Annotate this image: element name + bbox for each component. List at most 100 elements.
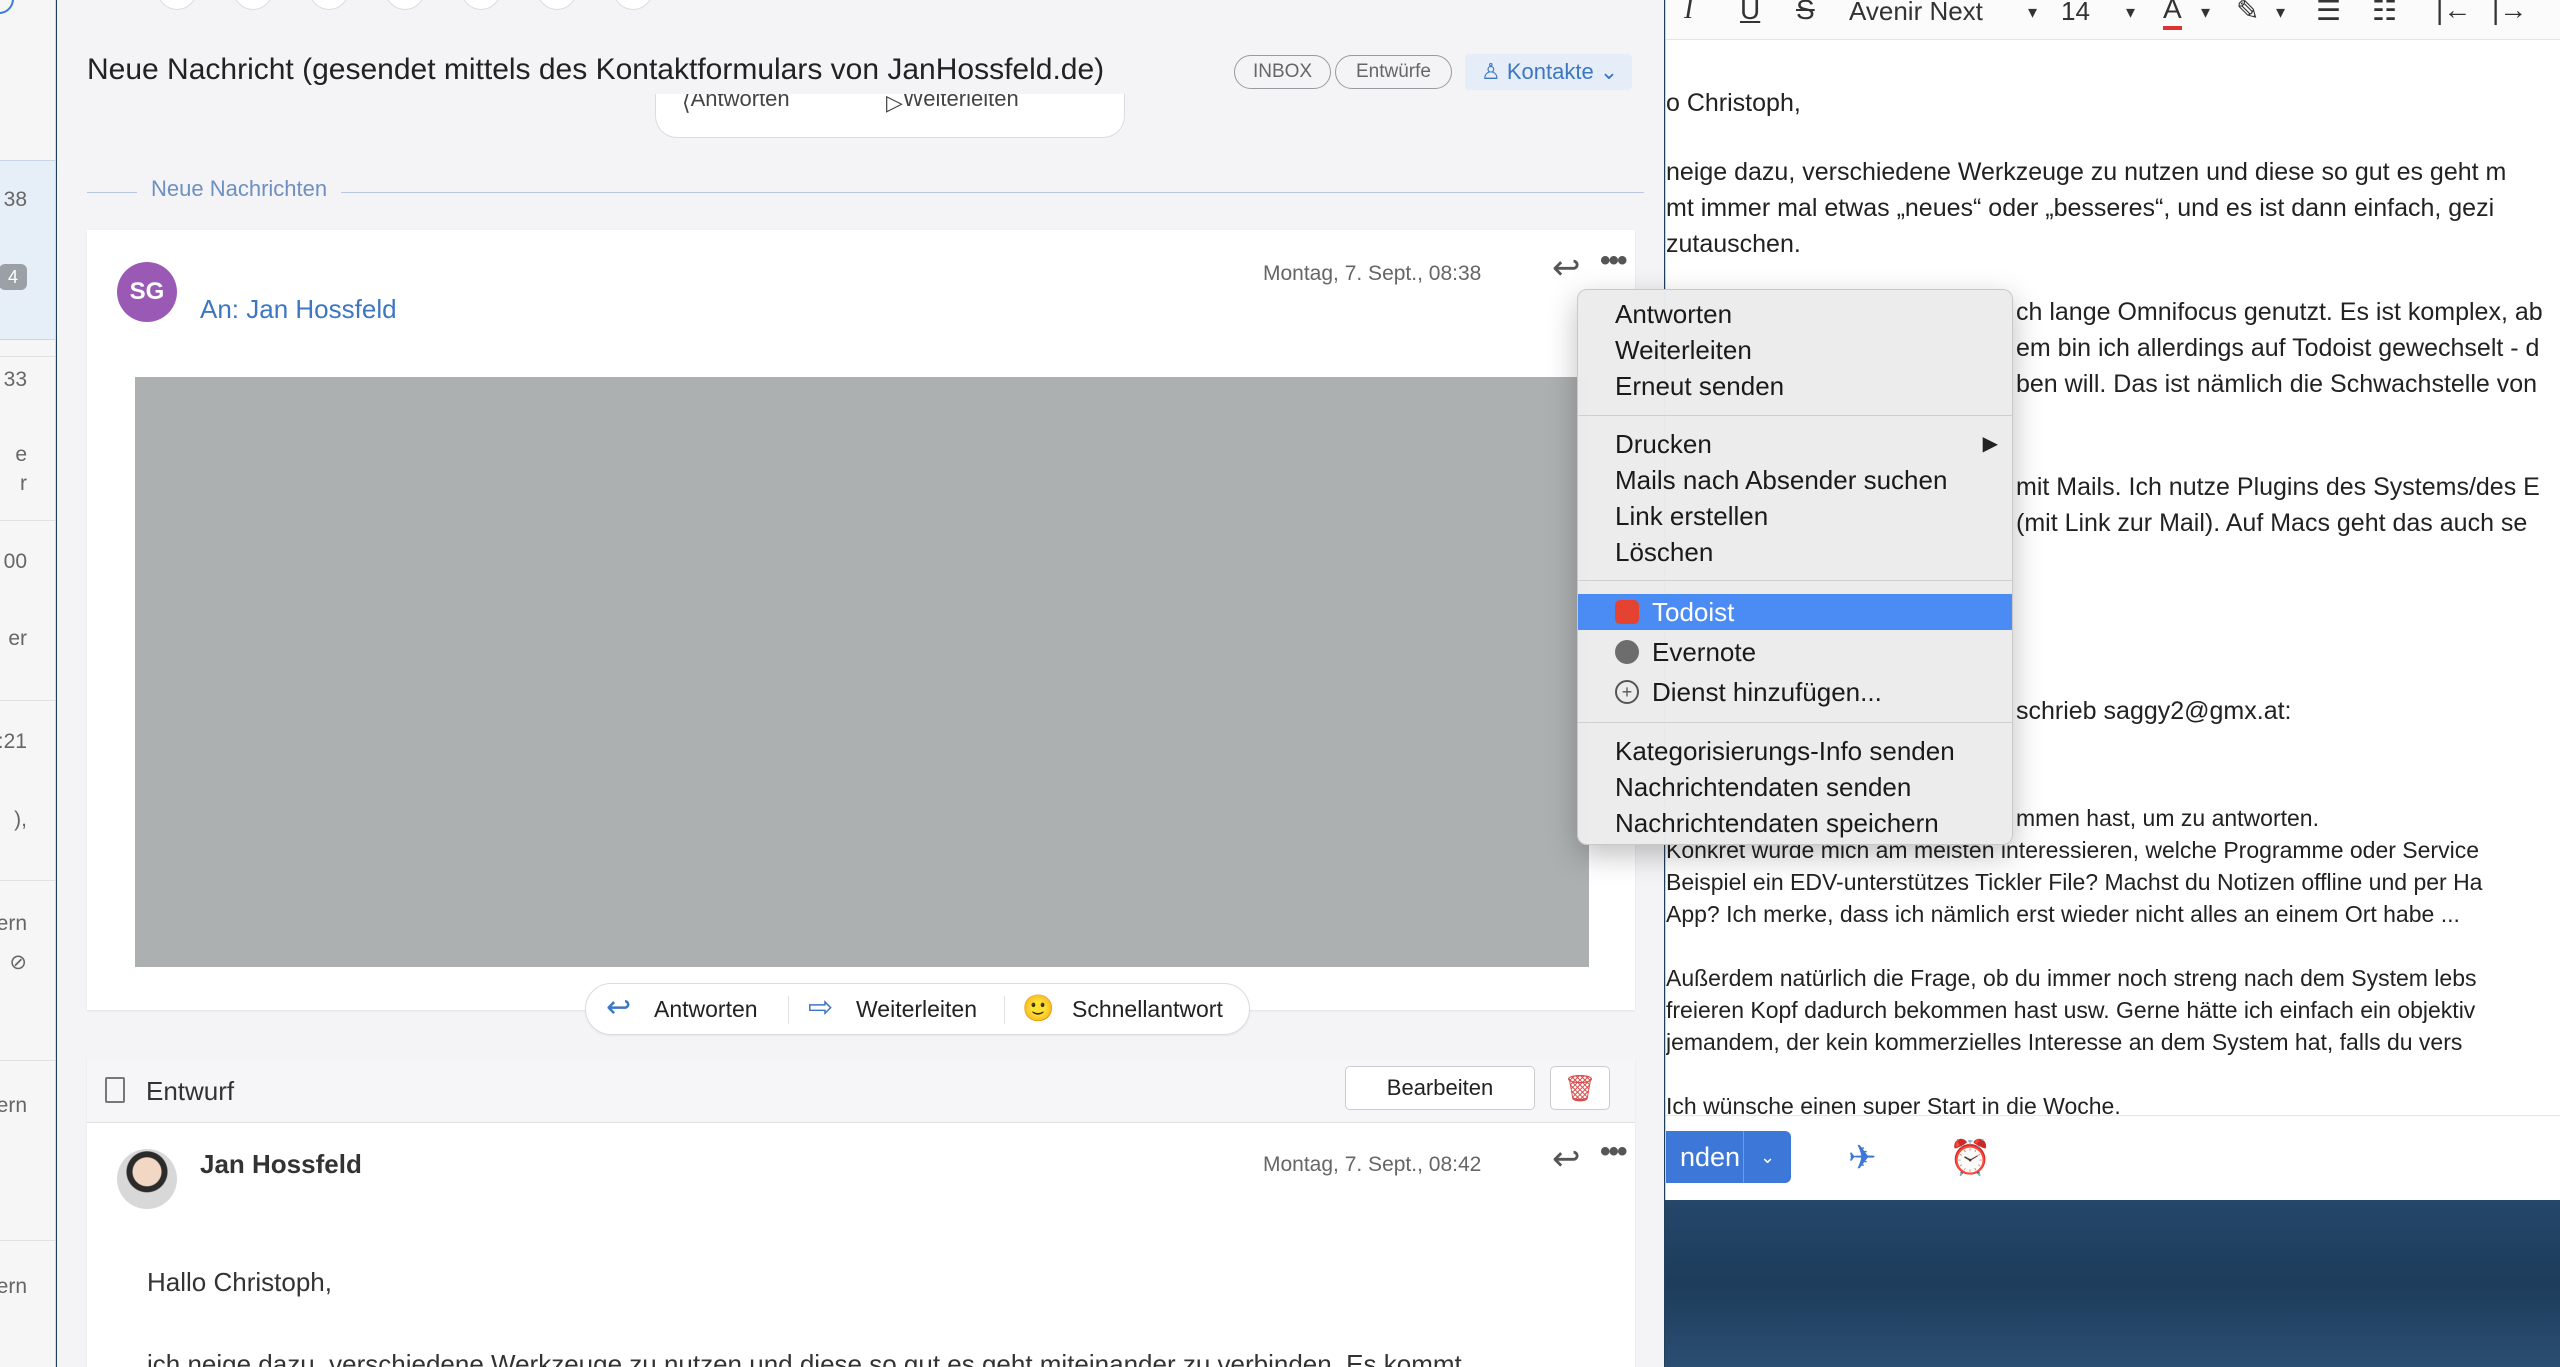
menu-item-send-message-data[interactable]: Nachrichtendaten senden bbox=[1578, 769, 2012, 805]
menu-item-save-message-data[interactable]: Nachrichtendaten speichern bbox=[1578, 805, 2012, 841]
numbered-list-icon[interactable]: ☷ bbox=[2372, 0, 2397, 27]
draft-label: Entwurf bbox=[146, 1076, 235, 1106]
menu-separator bbox=[1578, 722, 2012, 723]
highlight-icon[interactable]: ✎ bbox=[2236, 0, 2259, 27]
draft-header: Entwurf Bearbeiten 🗑 bbox=[87, 1059, 1635, 1123]
mail-time: 33 bbox=[3, 368, 27, 391]
reply-icon[interactable]: ↩ bbox=[1552, 248, 1581, 288]
menu-separator bbox=[1578, 415, 2012, 416]
send-label: nden bbox=[1680, 1142, 1741, 1172]
compose-line: ch lange Omnifocus genutzt. Es ist kompl… bbox=[2016, 298, 2543, 326]
compose-line: o Christoph, bbox=[1666, 89, 1801, 117]
compose-line: jemandem, der kein kommerzielles Interes… bbox=[1666, 1029, 2463, 1055]
reply-button[interactable]: Antworten bbox=[654, 996, 758, 1023]
quick-reply-icon: 🙂 bbox=[1022, 993, 1055, 1023]
alarm-clock-icon[interactable]: ⏰ bbox=[1949, 1138, 1991, 1178]
new-messages-label: Neue Nachrichten bbox=[137, 176, 342, 202]
menu-item-add-service[interactable]: + Dienst hinzufügen... bbox=[1578, 674, 2012, 710]
recipient-line[interactable]: An: Jan Hossfeld bbox=[200, 294, 397, 325]
compose-line: em bin ich allerdings auf Todoist gewech… bbox=[2016, 334, 2540, 362]
divider bbox=[788, 996, 789, 1024]
collapsed-action-bar: ⟨ Antworten ▷ Weiterleiten bbox=[655, 94, 1125, 138]
mail-snippet: r bbox=[20, 472, 27, 495]
strikethrough-icon[interactable]: S bbox=[1796, 0, 1815, 26]
mail-snippet: e bbox=[15, 443, 27, 466]
forward-button[interactable]: Weiterleiten bbox=[856, 996, 977, 1023]
compose-line: freieren Kopf dadurch bekommen hast usw.… bbox=[1666, 997, 2476, 1023]
mail-snippet: ), bbox=[14, 808, 27, 831]
menu-item-label: Todoist bbox=[1652, 597, 1735, 627]
menu-separator bbox=[1578, 580, 2012, 581]
compose-line: zutauschen. bbox=[1666, 230, 1801, 258]
toolbar-button[interactable] bbox=[461, 0, 501, 10]
forward-icon: ⇨ bbox=[808, 991, 834, 1024]
mail-time: :21 bbox=[0, 730, 27, 753]
contacts-label: Kontakte bbox=[1506, 59, 1594, 84]
draft-card: Entwurf Bearbeiten 🗑 Jan Hossfeld Montag… bbox=[87, 1059, 1635, 1367]
chevron-down-icon: ▾ bbox=[2126, 2, 2136, 22]
edit-button[interactable]: Bearbeiten bbox=[1345, 1066, 1535, 1110]
menu-item-find-by-sender[interactable]: Mails nach Absender suchen bbox=[1578, 462, 2012, 498]
document-icon bbox=[105, 1077, 125, 1103]
font-size-select[interactable]: 14 bbox=[2061, 0, 2090, 27]
toolbar-button[interactable] bbox=[537, 0, 577, 10]
more-options-icon[interactable]: ••• bbox=[1600, 1135, 1627, 1169]
toolbar-button[interactable] bbox=[157, 0, 197, 10]
contacts-button[interactable]: ♙ Kontakte ⌄ bbox=[1465, 54, 1632, 90]
bullet-list-icon[interactable]: ☰ bbox=[2316, 0, 2341, 27]
thread-count-badge: 4 bbox=[0, 264, 27, 290]
menu-item-reply[interactable]: Antworten bbox=[1578, 296, 2012, 332]
more-options-icon[interactable]: ••• bbox=[1600, 244, 1627, 278]
compose-line: schrieb saggy2@gmx.at: bbox=[2016, 697, 2292, 725]
indent-icon[interactable]: |→ bbox=[2492, 0, 2527, 26]
menu-item-label: Drucken bbox=[1615, 429, 1712, 459]
message-action-bar: ↩ Antworten ⇨ Weiterleiten 🙂 Schnellantw… bbox=[585, 983, 1250, 1035]
mail-snippet: er bbox=[8, 627, 27, 650]
divider bbox=[0, 356, 55, 357]
divider bbox=[1004, 996, 1005, 1024]
tag-inbox[interactable]: INBOX bbox=[1234, 55, 1331, 89]
toolbar-button[interactable] bbox=[309, 0, 349, 10]
send-button[interactable]: nden ⌄ bbox=[1666, 1131, 1791, 1183]
underline-icon[interactable]: U bbox=[1740, 0, 1760, 26]
message-date: Montag, 7. Sept., 08:42 bbox=[1263, 1153, 1482, 1176]
menu-item-resend[interactable]: Erneut senden bbox=[1578, 368, 2012, 404]
divider bbox=[0, 1060, 55, 1061]
menu-item-send-category-info[interactable]: Kategorisierungs-Info senden bbox=[1578, 733, 2012, 769]
toolbar-button[interactable] bbox=[613, 0, 653, 10]
mail-snippet: ern bbox=[0, 912, 27, 935]
divider bbox=[0, 520, 55, 521]
text-color-icon[interactable]: A bbox=[2163, 0, 2182, 30]
toolbar-button[interactable] bbox=[385, 0, 425, 10]
menu-item-todoist[interactable]: Todoist bbox=[1578, 594, 2012, 630]
trash-icon[interactable]: 🗑 bbox=[1550, 1066, 1610, 1110]
send-later-icon[interactable]: ✈ bbox=[1848, 1138, 1877, 1178]
chevron-down-icon: ▾ bbox=[2028, 2, 2038, 22]
reply-icon[interactable]: ↩ bbox=[1552, 1139, 1581, 1179]
divider bbox=[0, 700, 55, 701]
outdent-icon[interactable]: |← bbox=[2436, 0, 2471, 26]
forward-button[interactable]: ▷ Weiterleiten bbox=[886, 94, 1019, 116]
chevron-down-icon: ⌄ bbox=[1593, 59, 1619, 84]
menu-item-create-link[interactable]: Link erstellen bbox=[1578, 498, 2012, 534]
message-subject: Neue Nachricht (gesendet mittels des Kon… bbox=[87, 53, 1105, 86]
compose-line: mmen hast, um zu antworten. bbox=[2016, 805, 2319, 831]
context-menu: Antworten Weiterleiten Erneut senden Dru… bbox=[1577, 289, 2013, 845]
submenu-arrow-icon: ▶ bbox=[1982, 433, 1998, 455]
quick-reply-button[interactable]: Schnellantwort bbox=[1072, 996, 1223, 1023]
menu-item-print[interactable]: Drucken ▶ bbox=[1578, 426, 2012, 462]
font-family-select[interactable]: Avenir Next bbox=[1849, 0, 1983, 27]
selected-mail-row[interactable] bbox=[0, 160, 55, 340]
todoist-icon bbox=[1615, 600, 1639, 624]
menu-item-evernote[interactable]: Evernote bbox=[1578, 634, 2012, 670]
italic-icon[interactable]: I bbox=[1684, 0, 1693, 26]
chevron-down-icon[interactable]: ⌄ bbox=[1743, 1131, 1791, 1183]
menu-item-forward[interactable]: Weiterleiten bbox=[1578, 332, 2012, 368]
menu-item-delete[interactable]: Löschen bbox=[1578, 534, 2012, 570]
compose-line: neige dazu, verschiedene Werkzeuge zu nu… bbox=[1666, 158, 2507, 186]
tag-drafts[interactable]: Entwürfe bbox=[1335, 55, 1452, 89]
compose-icon[interactable] bbox=[0, 0, 14, 14]
reply-button[interactable]: ⟨ Antworten bbox=[682, 94, 790, 116]
message-pane: Neue Nachricht (gesendet mittels des Kon… bbox=[57, 0, 1664, 1367]
toolbar-button[interactable] bbox=[233, 0, 273, 10]
